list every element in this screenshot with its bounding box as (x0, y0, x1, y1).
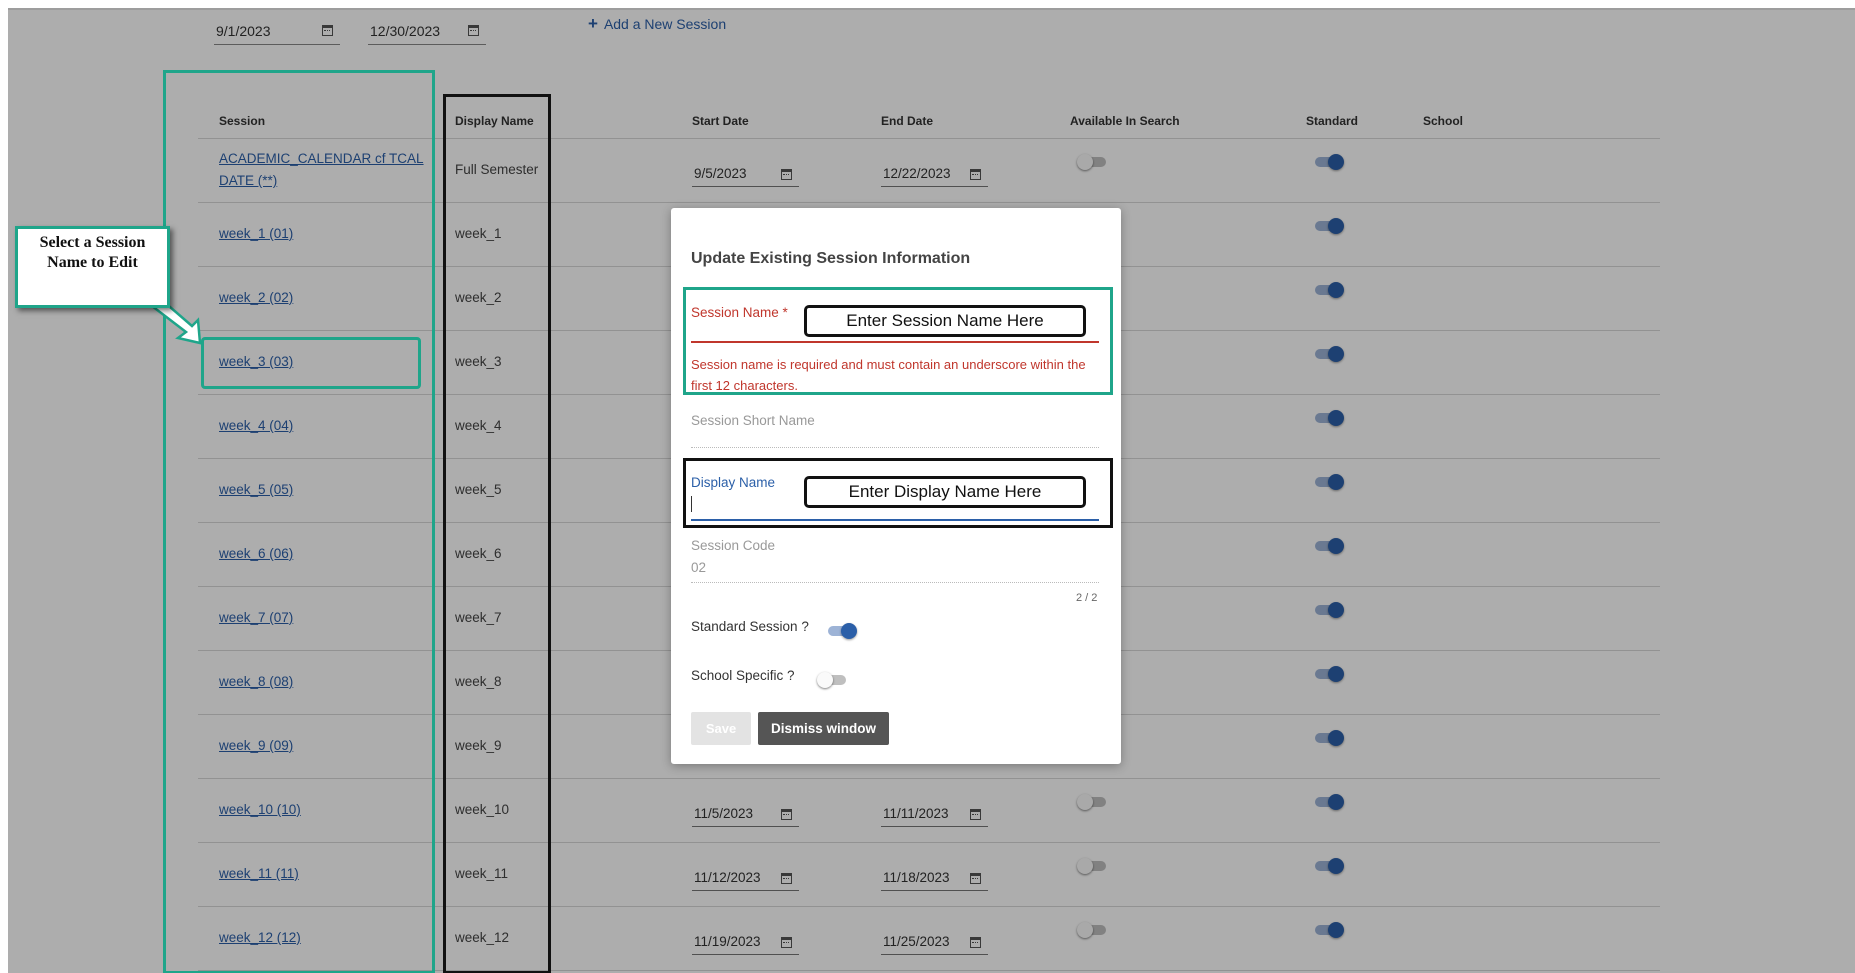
update-session-modal: Update Existing Session Information Sess… (671, 208, 1121, 764)
standard-session-label: Standard Session ? (691, 619, 809, 634)
session-management-page: 9/1/2023 12/30/2023 + Add a New Session S… (8, 8, 1855, 973)
session-name-label: Session Name * (691, 305, 788, 320)
save-button[interactable]: Save (691, 712, 751, 745)
dismiss-window-button[interactable]: Dismiss window (758, 712, 889, 745)
display-name-column-highlight (443, 94, 551, 973)
display-name-input[interactable] (691, 519, 1099, 521)
modal-title: Update Existing Session Information (691, 250, 971, 267)
session-code-counter: 2 / 2 (1076, 592, 1098, 604)
session-name-error: Session name is required and must contai… (691, 357, 1086, 393)
select-session-callout: Select a Session Name to Edit (15, 226, 170, 308)
standard-session-toggle[interactable] (828, 623, 857, 639)
selected-session-highlight (201, 337, 421, 389)
short-name-input[interactable] (691, 447, 1099, 448)
session-name-hint: Enter Session Name Here (804, 305, 1086, 337)
display-name-hint: Enter Display Name Here (804, 476, 1086, 508)
session-name-input[interactable] (691, 341, 1099, 343)
school-specific-label: School Specific ? (691, 668, 795, 683)
session-column-highlight (163, 70, 435, 973)
school-specific-toggle[interactable] (817, 672, 846, 688)
session-code-label: Session Code (691, 538, 776, 553)
session-code-input[interactable] (691, 582, 1099, 583)
short-name-label: Session Short Name (691, 413, 815, 428)
session-code-value[interactable]: 02 (691, 560, 706, 575)
text-cursor (691, 496, 692, 512)
display-name-label: Display Name (691, 475, 776, 490)
